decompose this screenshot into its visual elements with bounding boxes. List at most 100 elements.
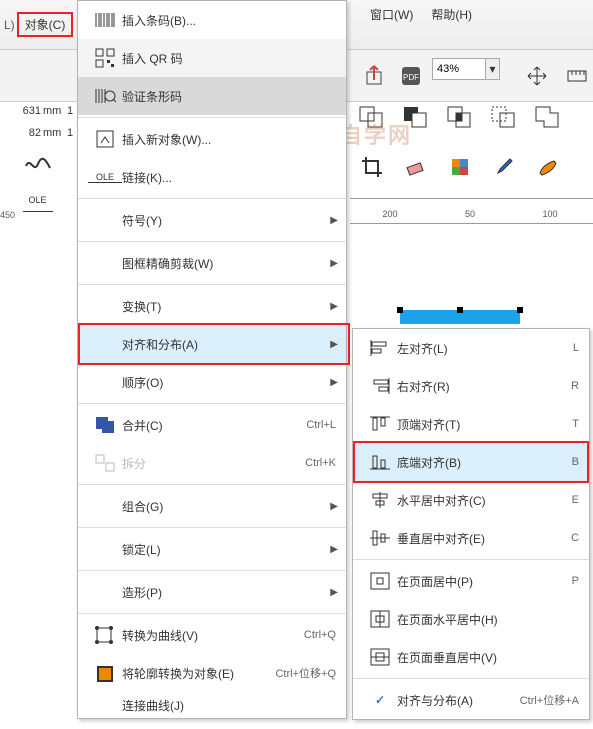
shortcut-label: Ctrl+L — [266, 419, 336, 431]
ruler-tick-450: 450 — [0, 210, 15, 220]
union-icon[interactable] — [355, 100, 389, 134]
weld-icon[interactable] — [531, 100, 565, 134]
shortcut-label: Ctrl+K — [266, 457, 336, 469]
fill-icon[interactable] — [443, 150, 477, 184]
submenu-arrow-icon: ▶ — [330, 501, 338, 512]
page-center-v[interactable]: 在页面垂直居中(V) — [353, 638, 589, 676]
menu-align-distribute[interactable]: 对齐和分布(A)▶ — [78, 325, 346, 363]
align-distribute-dialog[interactable]: ✓ 对齐与分布(A) Ctrl+位移+A — [353, 681, 589, 719]
selection-handle[interactable] — [457, 307, 463, 313]
submenu-arrow-icon: ▶ — [330, 587, 338, 598]
page-center-h-icon — [363, 609, 397, 629]
menu-combine[interactable]: 合并(C) Ctrl+L — [78, 406, 346, 444]
dimension-panel: 631mm1 82mm1 — [0, 100, 75, 144]
center-vertical[interactable]: 垂直居中对齐(E) C — [353, 519, 589, 557]
menu-insert-object[interactable]: 插入新对象(W)... — [78, 120, 346, 158]
validate-icon — [88, 87, 122, 105]
intersect-icon[interactable] — [443, 100, 477, 134]
submenu-arrow-icon: ▶ — [330, 258, 338, 269]
menu-help[interactable]: 帮助(H) — [431, 6, 472, 23]
menu-validate-barcode[interactable]: 验证条形码 — [78, 77, 346, 115]
page-center[interactable]: 在页面居中(P) P — [353, 562, 589, 600]
page-center-icon — [363, 571, 397, 591]
insert-object-icon — [88, 129, 122, 149]
shortcut-label: Ctrl+位移+A — [489, 692, 579, 708]
shortcut-label: B — [489, 456, 579, 468]
links-icon: OLE — [88, 172, 122, 183]
height-value: 82 — [0, 127, 43, 139]
width-value: 631 — [0, 105, 43, 117]
left-toolbox: OLE — [0, 144, 75, 212]
submenu-arrow-icon: ▶ — [330, 339, 338, 350]
export-icon[interactable] — [358, 59, 392, 93]
menu-symbol[interactable]: 符号(Y)▶ — [78, 201, 346, 239]
object-menu: 插入条码(B)... 插入 QR 码 验证条形码 插入新对象(W)... OLE… — [77, 0, 347, 719]
selection-handle[interactable] — [397, 307, 403, 313]
break-icon — [88, 453, 122, 473]
align-left-icon — [363, 338, 397, 358]
menu-insert-qr[interactable]: 插入 QR 码 — [78, 39, 346, 77]
ruler-horizontal: 200 50 100 — [350, 198, 593, 224]
shortcut-label: R — [489, 380, 579, 392]
align-left[interactable]: 左对齐(L) L — [353, 329, 589, 367]
shortcut-label: Ctrl+Q — [266, 629, 336, 641]
center-horizontal[interactable]: 水平居中对齐(C) E — [353, 481, 589, 519]
menu-group[interactable]: 组合(G)▶ — [78, 487, 346, 525]
zoom-dropdown[interactable]: ▾ — [486, 58, 500, 80]
shortcut-label: T — [489, 418, 579, 430]
freehand-icon[interactable] — [23, 150, 53, 174]
menu-join-curves[interactable]: 连接曲线(J) — [78, 692, 346, 718]
qr-icon — [88, 48, 122, 68]
zoom-control[interactable]: ▾ — [432, 58, 500, 80]
menu-shaping[interactable]: 造形(P)▶ — [78, 573, 346, 611]
align-top[interactable]: 顶端对齐(T) T — [353, 405, 589, 443]
shape-toolbar-1 — [355, 100, 565, 134]
shortcut-label: P — [489, 575, 579, 587]
submenu-arrow-icon: ▶ — [330, 215, 338, 226]
ruler-icon[interactable] — [560, 59, 593, 93]
eyedropper-icon[interactable] — [487, 150, 521, 184]
menu-object[interactable]: 对象(C) — [17, 12, 74, 37]
menu-outline-to-object[interactable]: 将轮廓转换为对象(E) Ctrl+位移+Q — [78, 654, 346, 692]
align-bottom[interactable]: 底端对齐(B) B — [353, 443, 589, 481]
menu-lock[interactable]: 锁定(L)▶ — [78, 530, 346, 568]
shortcut-label: Ctrl+位移+Q — [266, 665, 336, 681]
ole-icon[interactable]: OLE — [23, 188, 53, 212]
align-submenu: 左对齐(L) L 右对齐(R) R 顶端对齐(T) T 底端对齐(B) B 水平… — [352, 328, 590, 720]
crop-icon[interactable] — [355, 150, 389, 184]
submenu-arrow-icon: ▶ — [330, 301, 338, 312]
zoom-input[interactable] — [432, 58, 486, 80]
combine-icon — [88, 415, 122, 435]
align-top-icon — [363, 414, 397, 434]
pdf-icon[interactable]: PDF — [394, 59, 428, 93]
align-right-icon — [363, 376, 397, 396]
trim-icon[interactable] — [487, 100, 521, 134]
submenu-arrow-icon: ▶ — [330, 377, 338, 388]
pan-icon[interactable] — [520, 59, 554, 93]
svg-text:PDF: PDF — [403, 73, 419, 82]
align-bottom-icon — [363, 452, 397, 472]
menu-item-prev[interactable]: L) — [4, 18, 15, 32]
outline-obj-icon — [88, 663, 122, 683]
paint-icon[interactable] — [531, 150, 565, 184]
page-center-v-icon — [363, 647, 397, 667]
align-right[interactable]: 右对齐(R) R — [353, 367, 589, 405]
menu-to-curves[interactable]: 转换为曲线(V) Ctrl+Q — [78, 616, 346, 654]
menu-links[interactable]: OLE 链接(K)... — [78, 158, 346, 196]
menu-powerclip[interactable]: 图框精确剪裁(W)▶ — [78, 244, 346, 282]
subtract-icon[interactable] — [399, 100, 433, 134]
shape-toolbar-2 — [355, 150, 565, 184]
page-center-h[interactable]: 在页面水平居中(H) — [353, 600, 589, 638]
menu-window[interactable]: 窗口(W) — [370, 6, 413, 23]
shortcut-label: L — [489, 342, 579, 354]
eraser-icon[interactable] — [399, 150, 433, 184]
menu-transform[interactable]: 变换(T)▶ — [78, 287, 346, 325]
to-curves-icon — [88, 625, 122, 645]
center-v-icon — [363, 528, 397, 548]
selection-handle[interactable] — [517, 307, 523, 313]
menu-insert-barcode[interactable]: 插入条码(B)... — [78, 1, 346, 39]
shortcut-label: E — [489, 494, 579, 506]
shortcut-label: C — [489, 532, 579, 544]
submenu-arrow-icon: ▶ — [330, 544, 338, 555]
menu-order[interactable]: 顺序(O)▶ — [78, 363, 346, 401]
